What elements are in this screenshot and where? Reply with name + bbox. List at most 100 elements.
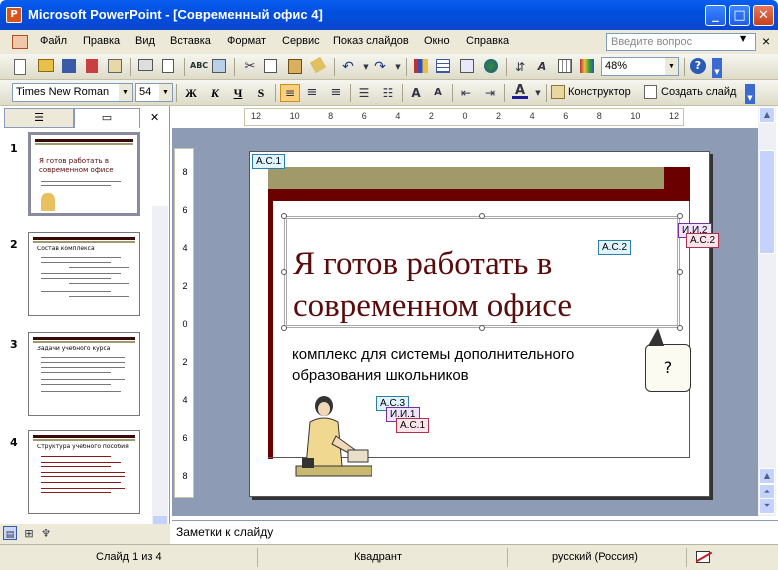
slide-title[interactable]: Я готов работать в современном офисе [293, 243, 653, 327]
notes-placeholder: Заметки к слайду [176, 525, 274, 539]
slides-tab[interactable]: ▭ [74, 108, 140, 128]
align-left-icon[interactable]: ≡ [280, 84, 300, 102]
color-grayscale-icon[interactable] [580, 59, 594, 73]
print-icon[interactable] [138, 59, 153, 71]
menu-edit[interactable]: Правка [83, 35, 120, 47]
menu-format[interactable]: Формат [227, 35, 266, 47]
paste-icon[interactable] [288, 59, 302, 74]
align-right-icon[interactable]: ≡ [328, 85, 344, 101]
italic-button[interactable]: К [205, 84, 225, 102]
underline-button[interactable]: Ч [228, 84, 248, 102]
woman-clipart[interactable] [292, 392, 373, 478]
save-icon[interactable] [62, 59, 76, 73]
increase-font-icon[interactable]: A [408, 85, 424, 101]
normal-view-icon[interactable]: ▤ [3, 526, 17, 540]
menu-insert[interactable]: Вставка [170, 35, 211, 47]
comment-marker[interactable]: А.С.1 [396, 418, 430, 433]
menu-view[interactable]: Вид [135, 35, 155, 47]
table-icon[interactable] [436, 59, 450, 73]
slide-thumbnail-3[interactable]: Задачи учебного курса [28, 332, 140, 416]
menu-help[interactable]: Справка [466, 35, 509, 47]
next-slide-button[interactable]: ⏷ [759, 498, 775, 514]
decrease-font-icon[interactable]: A [430, 85, 446, 101]
menu-file[interactable]: Файл [40, 35, 67, 47]
new-document-icon[interactable] [14, 59, 26, 75]
title-placeholder[interactable]: Я готов работать в современном офисе [284, 216, 680, 328]
title-bar[interactable]: P Microsoft PowerPoint - [Современный оф… [0, 0, 778, 30]
grid-icon[interactable] [558, 59, 572, 73]
question-callout[interactable]: ? [645, 344, 691, 392]
chevron-down-icon[interactable]: ▼ [740, 34, 746, 43]
notes-pane[interactable]: Заметки к слайду [172, 520, 778, 544]
toolbar-options-icon[interactable]: ▼ [745, 84, 755, 104]
bullets-icon[interactable]: ☷ [380, 85, 396, 101]
outline-tab[interactable]: ☰ [4, 108, 74, 128]
print-preview-icon[interactable] [162, 59, 174, 73]
panel-scrollbar[interactable] [152, 206, 168, 524]
font-size-select[interactable]: 54 ▼ [135, 83, 173, 102]
spelling-icon[interactable]: ABC [190, 58, 208, 74]
menu-slideshow[interactable]: Показ слайдов [333, 35, 409, 47]
designer-button[interactable]: Конструктор [568, 86, 631, 98]
menu-tools[interactable]: Сервис [282, 35, 320, 47]
scroll-down-button[interactable]: ▲ [759, 468, 775, 484]
scroll-up-button[interactable]: ▲ [759, 107, 775, 123]
panel-close-button[interactable]: ✕ [150, 111, 159, 124]
redo-dropdown-icon[interactable]: ▼ [390, 59, 406, 75]
slide-thumbnail-1[interactable]: Я готов работать в современном офисе [28, 132, 140, 216]
close-button[interactable]: ✕ [753, 5, 774, 26]
slide-subtitle[interactable]: комплекс для системы дополнительного обр… [292, 344, 652, 386]
comment-marker[interactable]: А.С.2 [598, 240, 632, 255]
slide-thumbnail-2[interactable]: Состав комплекса [28, 232, 140, 316]
research-icon[interactable] [212, 59, 226, 73]
font-color-dropdown-icon[interactable]: ▼ [530, 85, 546, 101]
maximize-button[interactable]: □ [729, 5, 750, 26]
spelling-status-icon[interactable] [695, 551, 713, 563]
comment-marker[interactable]: А.С.1 [252, 154, 286, 169]
help-search-input[interactable]: Введите вопрос [606, 33, 756, 51]
document-icon[interactable] [12, 35, 28, 49]
shadow-button[interactable]: S [251, 84, 271, 102]
vertical-scrollbar[interactable]: ▲ ▲ ⏶ ⏷ [758, 106, 776, 516]
format-painter-icon[interactable] [309, 56, 327, 74]
copy-icon[interactable] [264, 59, 277, 73]
show-formatting-icon[interactable]: A [534, 59, 550, 75]
designer-icon[interactable] [551, 85, 565, 99]
red-block [664, 167, 690, 189]
hyperlink-icon[interactable] [484, 59, 498, 73]
increase-indent-icon[interactable]: ⇥ [482, 85, 498, 101]
minimize-button[interactable]: _ [705, 5, 726, 26]
red-bar [268, 189, 690, 201]
align-center-icon[interactable]: ≡ [304, 85, 320, 101]
slide-sorter-icon[interactable]: ⊞ [21, 526, 37, 542]
font-select[interactable]: Times New Roman ▼ [12, 83, 133, 102]
slide-thumbnail-4[interactable]: Структура учебного пособия [28, 430, 140, 514]
new-slide-icon[interactable] [644, 85, 657, 99]
help-icon[interactable]: ? [690, 58, 706, 74]
toolbar-options-icon[interactable]: ▼ [712, 58, 722, 78]
slide-number: 1 [10, 142, 18, 155]
new-slide-button[interactable]: Создать слайд [661, 86, 736, 98]
tables-borders-icon[interactable] [460, 59, 474, 73]
chart-icon[interactable] [414, 59, 428, 73]
expand-icon[interactable]: ⇵ [512, 59, 528, 75]
undo-icon[interactable]: ↶ [340, 59, 356, 75]
decrease-indent-icon[interactable]: ⇤ [458, 85, 474, 101]
slideshow-icon[interactable]: ♆ [38, 526, 54, 542]
email-icon[interactable] [108, 59, 122, 73]
numbering-icon[interactable]: ☰ [356, 85, 372, 101]
powerpoint-icon[interactable]: P [6, 7, 22, 23]
scroll-thumb[interactable] [759, 150, 775, 254]
language-indicator[interactable]: русский (Россия) [552, 551, 638, 563]
menu-window[interactable]: Окно [424, 35, 450, 47]
bold-button[interactable]: Ж [181, 84, 201, 102]
cut-icon[interactable]: ✂ [242, 59, 258, 75]
zoom-select[interactable]: 48% ▼ [601, 57, 679, 76]
font-color-icon[interactable]: A [512, 83, 528, 99]
redo-icon[interactable]: ↷ [372, 59, 388, 75]
permission-icon[interactable] [86, 59, 98, 73]
comment-marker[interactable]: А.С.2 [686, 233, 720, 248]
menu-close-button[interactable]: × [762, 33, 770, 49]
slide[interactable]: Я готов работать в современном офисе ком… [249, 151, 720, 497]
open-folder-icon[interactable] [38, 59, 54, 72]
